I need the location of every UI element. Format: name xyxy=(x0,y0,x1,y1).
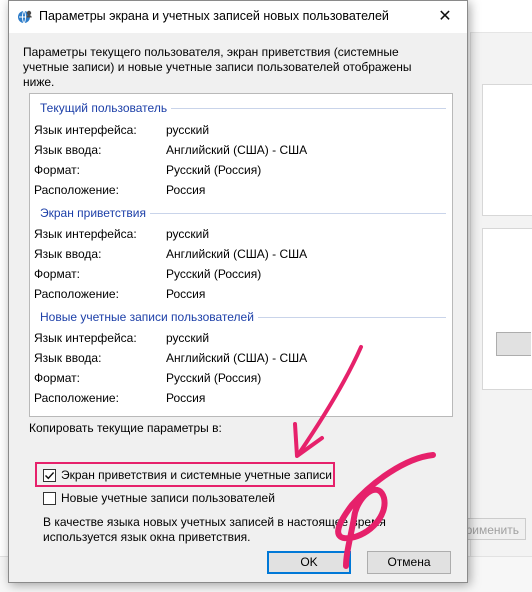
value-interface-language: русский xyxy=(166,331,210,345)
section-title-current-user: Текущий пользователь xyxy=(40,101,172,115)
label-interface-language: Язык интерфейса: xyxy=(34,123,137,137)
globe-user-icon xyxy=(17,9,33,25)
label-location: Расположение: xyxy=(34,183,119,197)
value-interface-language: русский xyxy=(166,227,210,241)
label-input-language: Язык ввода: xyxy=(34,247,102,261)
value-format: Русский (Россия) xyxy=(166,267,262,281)
language-note-text: В качестве языка новых учетных записей в… xyxy=(43,515,386,544)
copy-settings-label: Копировать текущие параметры в: xyxy=(29,421,222,435)
value-input-language: Английский (США) - США xyxy=(166,247,308,261)
value-interface-language: русский xyxy=(166,123,210,137)
value-format: Русский (Россия) xyxy=(166,163,262,177)
close-button[interactable]: ✕ xyxy=(423,1,467,33)
label-location: Расположение: xyxy=(34,391,119,405)
value-format: Русский (Россия) xyxy=(166,371,262,385)
label-location: Расположение: xyxy=(34,287,119,301)
annotation-highlight-box xyxy=(35,462,335,487)
background-window-button xyxy=(496,332,531,356)
value-location: Россия xyxy=(166,287,206,301)
value-input-language: Английский (США) - США xyxy=(166,351,308,365)
label-format: Формат: xyxy=(34,163,80,177)
label-interface-language: Язык интерфейса: xyxy=(34,331,137,345)
label-format: Формат: xyxy=(34,267,80,281)
label-format: Формат: xyxy=(34,371,80,385)
label-input-language: Язык ввода: xyxy=(34,143,102,157)
settings-summary-box: Текущий пользователь Язык интерфейса: ру… xyxy=(29,93,453,417)
close-icon: ✕ xyxy=(438,8,452,25)
display-and-accounts-dialog: Параметры экрана и учетных записей новых… xyxy=(8,0,468,583)
background-window-box xyxy=(482,228,532,390)
background-window-box xyxy=(482,84,532,216)
cancel-button[interactable]: Отмена xyxy=(367,551,451,574)
value-input-language: Английский (США) - США xyxy=(166,143,308,157)
new-accounts-checkbox[interactable]: Новые учетные записи пользователей xyxy=(43,490,275,506)
new-accounts-checkbox-label: Новые учетные записи пользователей xyxy=(61,491,275,505)
intro-text: Параметры текущего пользователя, экран п… xyxy=(23,45,412,89)
ok-button[interactable]: OK xyxy=(267,551,351,574)
checkbox-unchecked[interactable] xyxy=(43,491,56,505)
dialog-titlebar: Параметры экрана и учетных записей новых… xyxy=(9,1,467,33)
background-window-titlebar xyxy=(470,0,532,33)
value-location: Россия xyxy=(166,183,206,197)
label-interface-language: Язык интерфейса: xyxy=(34,227,137,241)
value-location: Россия xyxy=(166,391,206,405)
label-input-language: Язык ввода: xyxy=(34,351,102,365)
dialog-title: Параметры экрана и учетных записей новых… xyxy=(39,9,389,23)
section-title-new-accounts: Новые учетные записи пользователей xyxy=(40,310,258,324)
section-title-welcome-screen: Экран приветствия xyxy=(40,206,151,220)
